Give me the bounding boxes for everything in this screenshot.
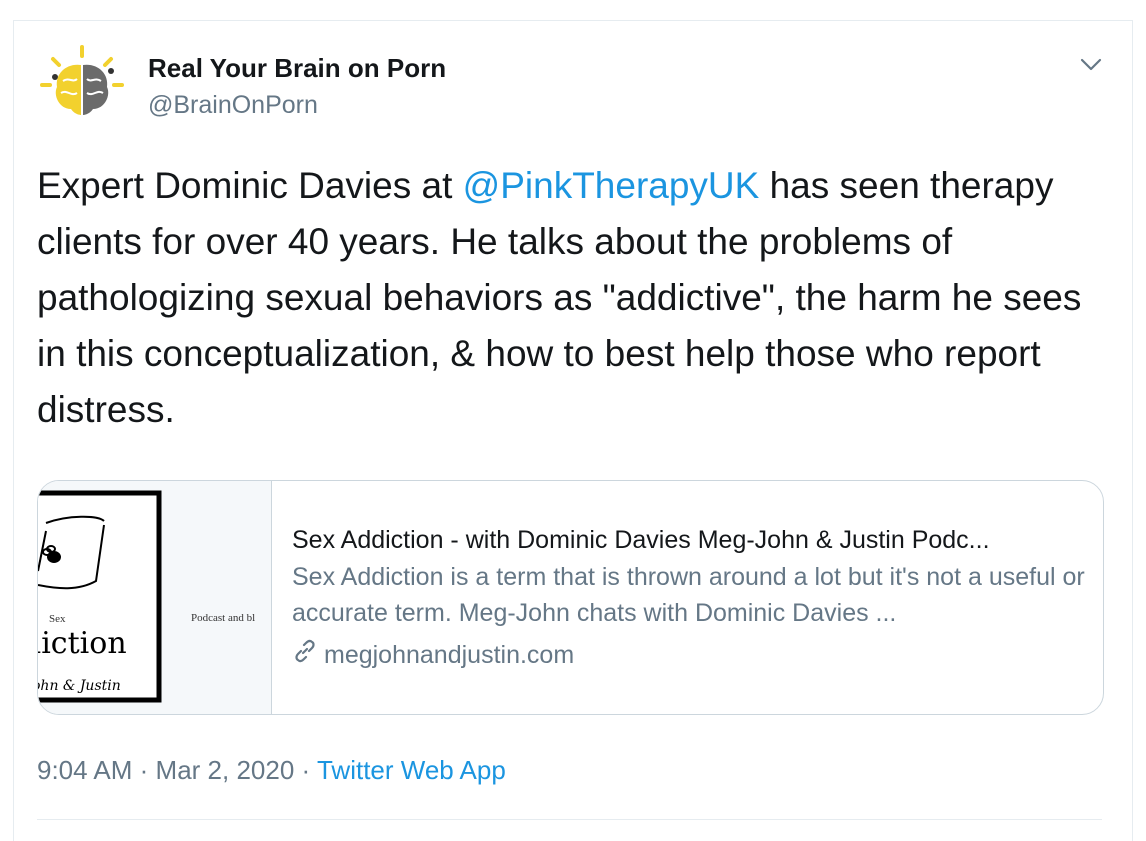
author-avatar[interactable] bbox=[37, 43, 127, 133]
link-description: Sex Addiction is a term that is thrown a… bbox=[292, 563, 1085, 627]
author-handle[interactable]: @BrainOnPorn bbox=[148, 91, 318, 120]
meta-separator: · bbox=[139, 755, 149, 785]
link-thumbnail: Sex diction ohn & Justin Podcast and bl bbox=[38, 481, 272, 714]
thumb-word-big: diction bbox=[38, 626, 127, 661]
tweet-meta: 9:04 AM · Mar 2, 2020 · Twitter Web App bbox=[37, 755, 506, 786]
link-body: Sex Addiction - with Dominic Davies Meg-… bbox=[292, 521, 1092, 678]
author-name[interactable]: Real Your Brain on Porn bbox=[148, 53, 446, 84]
divider bbox=[37, 819, 1102, 820]
meta-separator: · bbox=[301, 755, 311, 785]
tweet-source[interactable]: Twitter Web App bbox=[317, 755, 506, 785]
link-url-row: megjohnandjustin.com bbox=[292, 633, 1092, 678]
link-icon bbox=[292, 634, 318, 678]
thumb-names: ohn & Justin bbox=[38, 678, 121, 694]
link-preview-card[interactable]: Sex diction ohn & Justin Podcast and bl … bbox=[37, 480, 1104, 715]
chevron-down-icon bbox=[1080, 58, 1102, 71]
tweet-text: Expert Dominic Davies at @PinkTherapyUK … bbox=[37, 158, 1107, 438]
thumb-side-text: Podcast and bl bbox=[191, 612, 255, 624]
tweet-time[interactable]: 9:04 AM bbox=[37, 755, 132, 785]
tweet-options-button[interactable] bbox=[1076, 50, 1106, 80]
brain-avatar-icon bbox=[37, 43, 127, 133]
tweet-text-before: Expert Dominic Davies at bbox=[37, 165, 463, 206]
link-title: Sex Addiction - with Dominic Davies Meg-… bbox=[292, 526, 990, 554]
tweet-date[interactable]: Mar 2, 2020 bbox=[156, 755, 295, 785]
mention-link[interactable]: @PinkTherapyUK bbox=[463, 165, 760, 206]
podcast-cover-image: Sex diction ohn & Justin Podcast and bl bbox=[38, 481, 271, 714]
link-url: megjohnandjustin.com bbox=[324, 641, 575, 669]
thumb-word-small: Sex bbox=[49, 613, 66, 625]
